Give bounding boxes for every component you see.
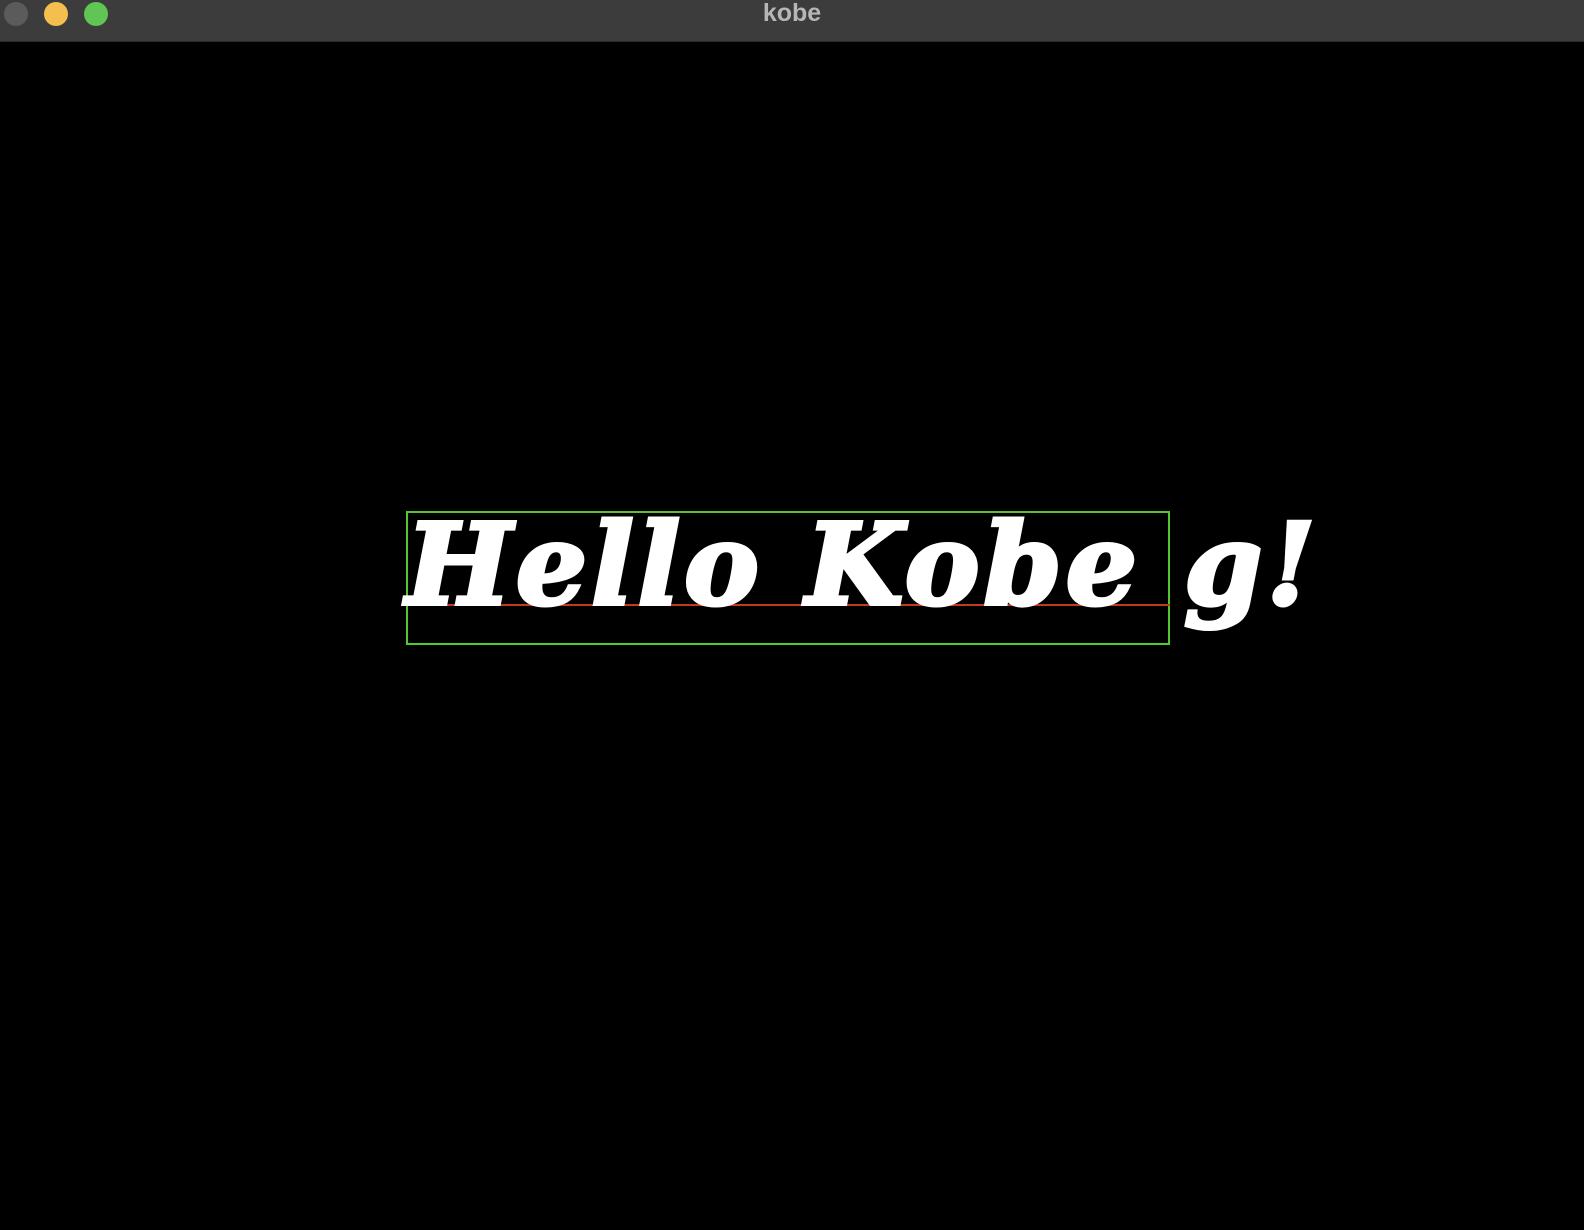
rendered-text-string: Hello Kobe g! xyxy=(403,500,1320,631)
window-title: kobe xyxy=(762,0,822,27)
rendered-text: Hello Kobe g! xyxy=(401,498,1318,633)
title-bar[interactable]: kobe xyxy=(0,0,1584,42)
app-window: kobe Hello Kobe g! xyxy=(0,0,1584,1230)
